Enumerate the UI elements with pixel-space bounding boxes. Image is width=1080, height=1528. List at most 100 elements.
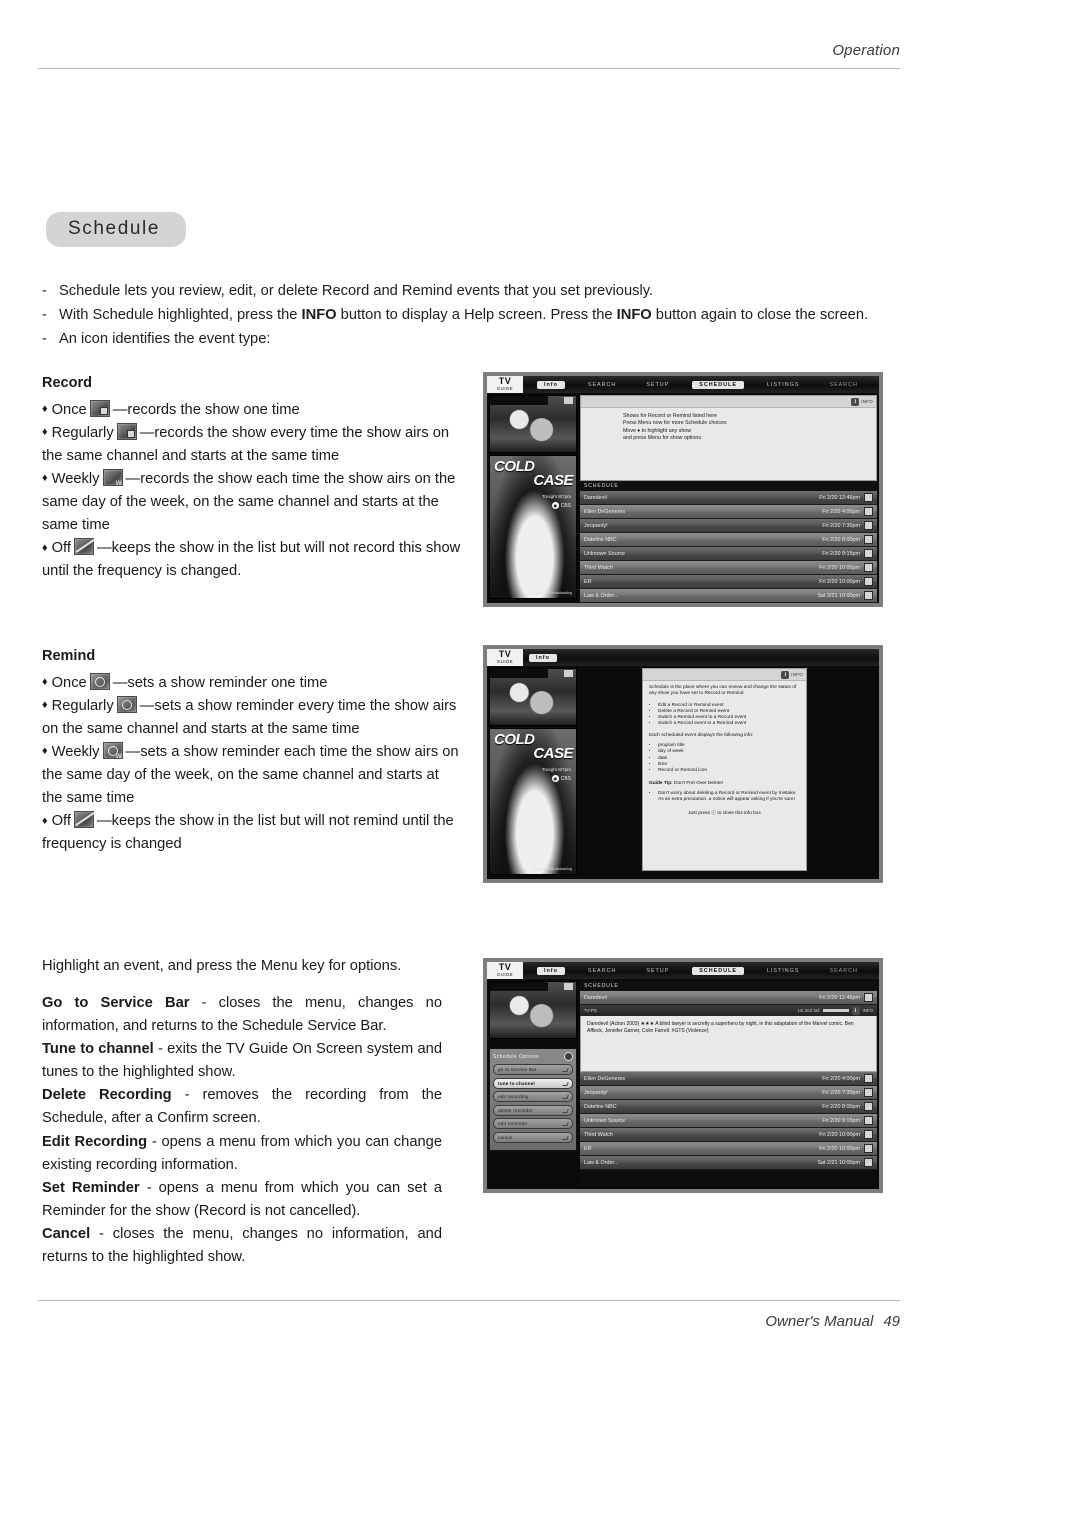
table-row[interactable]: Dateline NBC Fri 2/20 8:00pm <box>580 533 877 547</box>
option-desc: - closes the menu, changes no informatio… <box>42 1225 442 1265</box>
schedule-options-menu[interactable]: Schedule Options go to Service Bar tune … <box>489 1048 577 1151</box>
screenshot-schedule-options-menu: TV GUIDE Info SEARCH SETUP SCHEDULE LIST… <box>483 958 883 1193</box>
menubar-item-setup[interactable]: SETUP <box>639 967 676 975</box>
dash-marker: - <box>42 306 47 323</box>
menubar-item-search[interactable]: SEARCH <box>581 381 623 389</box>
remind-heading: Remind <box>42 648 96 664</box>
help-bullets-fields: program title day of week date time Reco… <box>649 743 800 774</box>
poster-network-label: CBS <box>560 502 571 509</box>
diamond-bullet-icon: ♦ <box>42 699 48 712</box>
menu-item-delete-reminder[interactable]: delete reminder <box>493 1104 573 1116</box>
menu-item-cancel[interactable]: cancel <box>493 1131 573 1143</box>
event-type-icon <box>864 577 873 586</box>
menubar-item-listings[interactable]: LISTINGS <box>760 381 807 389</box>
page-header: Operation <box>38 42 900 69</box>
video-preview[interactable] <box>489 668 577 726</box>
schedule-options-title: Schedule Options <box>493 1052 573 1061</box>
schedule-list-header: SCHEDULE <box>580 981 877 991</box>
menubar-item-search2[interactable]: SEARCH <box>822 381 864 389</box>
table-row[interactable]: Third Watch Fri 2/20 10:00pm <box>580 1128 877 1142</box>
table-row[interactable]: Unknown Source Fri 2/20 9:15pm <box>580 1114 877 1128</box>
record-once-text: —records the show one time <box>112 401 300 418</box>
poster-title-line2: CASE <box>533 745 573 762</box>
table-row[interactable]: Jeopardy! Fri 2/20 7:30pm <box>580 519 877 533</box>
info-box-titlebar: i INFO <box>643 669 806 681</box>
table-row[interactable]: Dateline NBC Fri 2/20 8:00pm <box>580 1100 877 1114</box>
info-icon[interactable]: i <box>851 397 860 406</box>
video-preview[interactable] <box>489 981 577 1039</box>
event-type-icon <box>864 535 873 544</box>
show-poster: COLD CASE Tonight 8/7pm ◉ CBS 2004 CBS B… <box>489 455 577 599</box>
table-row[interactable]: Law & Order... Sat 2/21 10:00pm <box>580 1156 877 1170</box>
option-term: Edit Recording <box>42 1133 148 1150</box>
row-title: Third Watch <box>584 1131 613 1138</box>
preview-column: COLD CASE Tonight 8/7pm ◉ CBS 2004 CBS B… <box>489 668 577 877</box>
guide-tip-text: Don't Fret Over Delete! <box>672 780 724 786</box>
help-info-box: i INFO Schedule is the place where you c… <box>642 668 807 871</box>
diamond-bullet-icon: ♦ <box>42 745 48 758</box>
menu-item-tune-to-channel[interactable]: tune to channel <box>493 1077 573 1089</box>
table-row[interactable]: Ellen DeGeneres Fri 2/20 4:00pm <box>580 1072 877 1086</box>
guide-tip-label: Guide Tip: <box>649 780 673 786</box>
menubar-item-search2[interactable]: SEARCH <box>822 967 864 975</box>
info-icon[interactable]: i <box>781 670 790 679</box>
record-off-icon <box>73 538 94 556</box>
menu-options-section: Highlight an event, and press the Menu k… <box>42 955 442 1269</box>
poster-title: COLD CASE <box>494 732 574 762</box>
tv-guide-menu-bar[interactable]: TV GUIDE Info SEARCH SETUP SCHEDULE LIST… <box>487 962 879 979</box>
event-type-icon <box>864 507 873 516</box>
intro-item: - Schedule lets you review, edit, or del… <box>42 280 902 303</box>
info-icon[interactable]: i <box>851 1006 860 1015</box>
record-bullet-weekly: ♦Weekly—records the show each time the s… <box>42 468 462 537</box>
menubar-item-listings[interactable]: LISTINGS <box>760 967 807 975</box>
video-preview[interactable] <box>489 395 577 453</box>
tv-guide-menu-bar[interactable]: TV GUIDE Info SEARCH SETUP SCHEDULE LIST… <box>487 376 879 393</box>
schedule-list-header: SCHEDULE <box>580 481 877 491</box>
option-set-reminder: Set Reminder - opens a menu from which y… <box>42 1177 442 1223</box>
row-title: Jeopardy! <box>584 522 608 529</box>
cbs-eye-icon: ◉ <box>551 502 559 509</box>
event-type-icon <box>864 521 873 530</box>
option-term: Set Reminder <box>42 1179 140 1196</box>
guide-tip-bullets: Don't worry about deleting a Record or R… <box>649 791 800 804</box>
menubar-item-search[interactable]: SEARCH <box>581 967 623 975</box>
table-row[interactable]: ER Fri 2/20 10:00pm <box>580 1142 877 1156</box>
table-row[interactable]: Ellen DeGeneres Fri 2/20 4:00pm <box>580 505 877 519</box>
remind-weekly-label: Weekly <box>51 743 100 760</box>
menubar-item-schedule[interactable]: SCHEDULE <box>692 966 744 975</box>
row-title: Dateline NBC <box>584 1103 617 1110</box>
menubar-item-info[interactable]: Info <box>529 653 557 662</box>
row-title: Ellen DeGeneres <box>584 1075 626 1082</box>
detail-rating-scale: 1st 2nd 3rd <box>797 1008 820 1013</box>
table-row[interactable]: Jeopardy! Fri 2/20 7:30pm <box>580 1086 877 1100</box>
tv-guide-menu-bar[interactable]: TV GUIDE Info <box>487 649 879 666</box>
remind-weekly-icon <box>102 741 123 760</box>
menubar-item-info[interactable]: Info <box>536 966 565 975</box>
event-type-icon <box>864 1074 873 1083</box>
menu-item-edit-recording[interactable]: edit recording <box>493 1091 573 1102</box>
record-weekly-label: Weekly <box>51 470 100 487</box>
menubar-item-schedule[interactable]: SCHEDULE <box>692 380 744 389</box>
menubar-item-setup[interactable]: SETUP <box>639 381 676 389</box>
help-body: Schedule is the place where you can revi… <box>643 681 806 822</box>
help-bullets-actions: Edit a Record or Remind event Delete a R… <box>649 703 800 728</box>
record-section: Record ♦ Once —records the show one time ♦… <box>42 372 462 583</box>
table-row[interactable]: Unknown Source Fri 2/20 9:15pm <box>580 547 877 561</box>
poster-subtitle: Tonight 8/7pm <box>542 767 571 772</box>
record-regularly-label: Regularly <box>51 424 114 441</box>
page-footer: Owner's Manual 49 <box>38 1300 900 1330</box>
menu-item-edit-reminder[interactable]: edit reminder <box>493 1118 573 1129</box>
record-regularly-icon <box>116 422 137 440</box>
remind-regularly-label: Regularly <box>51 697 114 714</box>
help-bullet: Switch a Record event to a Remind event <box>658 721 800 727</box>
table-row[interactable]: Law & Order... Sat 2/21 10:00pm <box>580 589 877 603</box>
remind-off-text: —keeps the show in the list but will not… <box>42 813 454 853</box>
table-row[interactable]: Third Watch Fri 2/20 10:00pm <box>580 561 877 575</box>
rating-meter-icon <box>822 1009 849 1012</box>
menu-item-go-to-service-bar[interactable]: go to Service Bar <box>493 1064 573 1075</box>
table-row[interactable]: ER Fri 2/20 10:00pm <box>580 575 877 589</box>
menubar-item-info[interactable]: Info <box>536 380 565 389</box>
table-row-selected[interactable]: Daredevil Fri 2/20 12:46pm <box>580 991 877 1005</box>
table-row[interactable]: Daredevil Fri 2/20 12:46pm <box>580 491 877 505</box>
intro-item: - An icon identifies the event type: <box>42 328 902 351</box>
